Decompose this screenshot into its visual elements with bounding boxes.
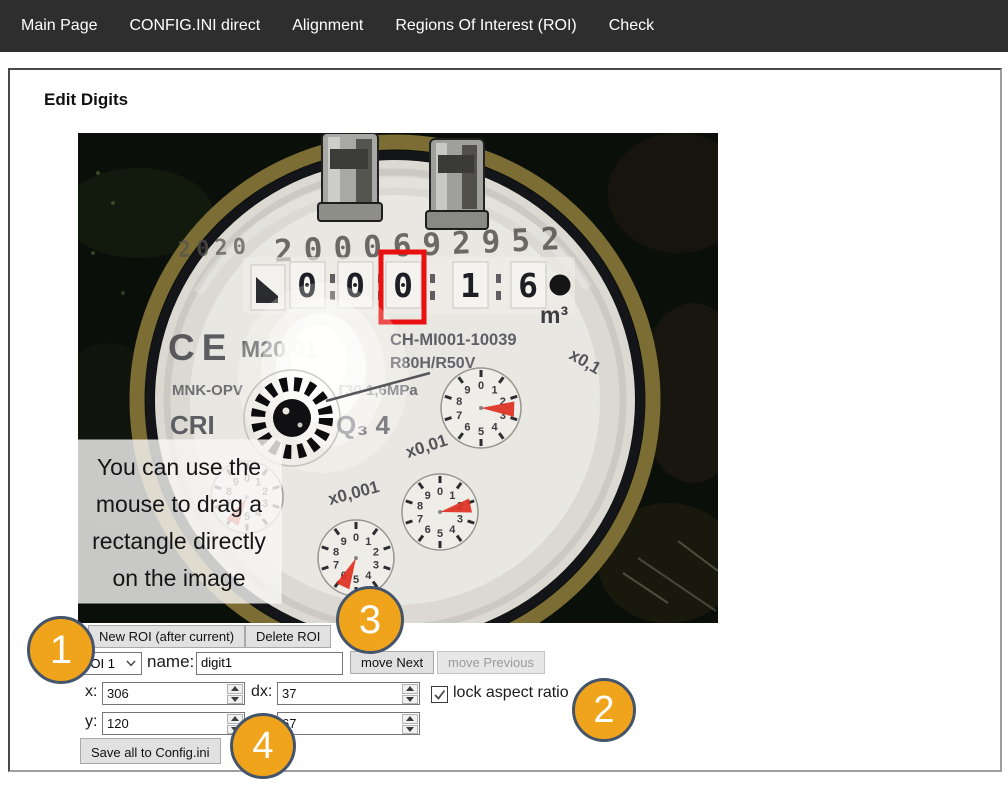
dial-scale-digit: 4 (365, 570, 372, 582)
delete-roi-button[interactable]: Delete ROI (245, 625, 331, 648)
checkmark-icon (433, 688, 446, 701)
triangle-down-icon (406, 697, 414, 702)
dial-scale-digit: 8 (417, 501, 423, 513)
dial-scale-digit: 1 (491, 384, 497, 396)
counter-dot (550, 275, 571, 296)
spin-down-button[interactable] (402, 695, 418, 705)
dx-spinner (402, 683, 419, 704)
y-value: 120 (103, 713, 227, 734)
counter-digit: 0 (393, 266, 413, 305)
annotation-circle-1: 1 (27, 616, 95, 684)
nav-item-alignment[interactable]: Alignment (292, 17, 363, 35)
dial-scale-digit: 6 (464, 422, 470, 434)
name-label: name: (147, 652, 194, 672)
dial-scale-digit: 3 (457, 513, 463, 525)
x-label: x: (85, 683, 97, 701)
move-next-button[interactable]: move Next (350, 651, 434, 674)
dy-value: 67 (278, 713, 402, 734)
triangle-up-icon (231, 686, 239, 691)
move-previous-button[interactable]: move Previous (437, 651, 545, 674)
meter-serial-prefix: 2020 (177, 234, 251, 263)
x-spinner (227, 683, 244, 704)
dial-scale-digit: 5 (437, 528, 443, 540)
dial-scale-digit: 7 (456, 410, 462, 422)
overlay-line: on the image (113, 565, 246, 591)
dial-scale-digit: 4 (449, 524, 456, 536)
dial-scale-digit: 1 (449, 490, 455, 502)
dial-scale-digit: 9 (464, 384, 470, 396)
nav-item-regions-of-interest[interactable]: Regions Of Interest (ROI) (395, 17, 576, 35)
dial-scale-digit: 0 (478, 380, 484, 392)
dy-spinner (402, 713, 419, 734)
triangle-up-icon (231, 716, 239, 721)
dial-scale-digit: 4 (491, 422, 498, 434)
triangle-down-icon (406, 727, 414, 732)
annotation-circle-3: 3 (336, 586, 404, 654)
dx-value: 37 (278, 683, 402, 704)
dial-scale-digit: 9 (341, 536, 347, 548)
new-roi-button[interactable]: New ROI (after current) (88, 625, 245, 648)
overlay-line: You can use the (97, 454, 261, 480)
dial-scale-digit: 3 (373, 559, 379, 571)
dy-input[interactable]: 67 (277, 712, 420, 735)
name-input[interactable]: digit1 (196, 652, 343, 675)
annotation-number: 3 (359, 600, 381, 640)
dial-scale-digit: 7 (333, 559, 339, 571)
dial-scale-digit: 5 (353, 574, 359, 586)
unit-label: m³ (540, 302, 568, 328)
spin-down-button[interactable] (227, 695, 243, 705)
spin-up-button[interactable] (402, 684, 418, 694)
dial-scale-digit: 5 (478, 426, 484, 438)
dial-scale-digit: 6 (425, 524, 431, 536)
overlay-line: mouse to drag a (96, 491, 262, 517)
triangle-up-icon (406, 686, 414, 691)
page-title: Edit Digits (44, 90, 128, 110)
dial-scale-digit: 8 (333, 547, 339, 559)
dial-scale-digit: 0 (437, 486, 443, 498)
nav-item-main-page[interactable]: Main Page (21, 17, 98, 35)
annotation-circle-2: 2 (572, 678, 636, 742)
counter-digit: 6 (518, 266, 538, 305)
dial-scale-digit: 8 (456, 396, 462, 408)
y-input[interactable]: 120 (102, 712, 245, 735)
dial-scale-digit: 2 (373, 547, 379, 559)
dial-scale-digit: 0 (353, 532, 359, 544)
nav-item-check[interactable]: Check (609, 17, 654, 35)
lock-aspect-label: lock aspect ratio (453, 684, 569, 702)
top-nav: Main Page CONFIG.INI direct Alignment Re… (0, 0, 1008, 52)
save-config-button[interactable]: Save all to Config.ini (80, 738, 221, 764)
dial-scale-digit: 7 (417, 513, 423, 525)
dx-label: dx: (251, 683, 272, 701)
chevron-down-icon (126, 660, 136, 667)
brand-line1: MNK-OPV (172, 382, 243, 399)
nav-item-config-ini-direct[interactable]: CONFIG.INI direct (130, 17, 261, 35)
dial-scale-digit: 1 (365, 536, 371, 548)
x-value: 306 (103, 683, 227, 704)
annotation-number: 4 (252, 727, 273, 765)
spin-down-button[interactable] (402, 725, 418, 735)
spin-up-button[interactable] (227, 684, 243, 694)
annotation-circle-4: 4 (230, 713, 296, 779)
y-label: y: (85, 713, 97, 731)
overlay-line: rectangle directly (92, 528, 266, 554)
instruction-overlay: You can use the mouse to drag a rectangl… (78, 440, 281, 603)
annotation-number: 1 (50, 630, 72, 670)
triangle-down-icon (231, 697, 239, 702)
counter-digit: 1 (460, 266, 480, 305)
model-line1: CH-MI001-10039 (390, 331, 517, 349)
dx-input[interactable]: 37 (277, 682, 420, 705)
ce-mark: CE (168, 327, 233, 368)
spin-up-button[interactable] (402, 714, 418, 724)
meter-photo-image[interactable]: 2020 2000692952 0 0 0 1 6 m³ CE M20 01 C… (78, 133, 718, 623)
annotation-number: 2 (593, 691, 614, 729)
lock-aspect-checkbox[interactable] (431, 686, 448, 703)
x-input[interactable]: 306 (102, 682, 245, 705)
triangle-up-icon (406, 716, 414, 721)
dial-scale-digit: 9 (425, 490, 431, 502)
brand-line2: CRI (170, 410, 215, 440)
